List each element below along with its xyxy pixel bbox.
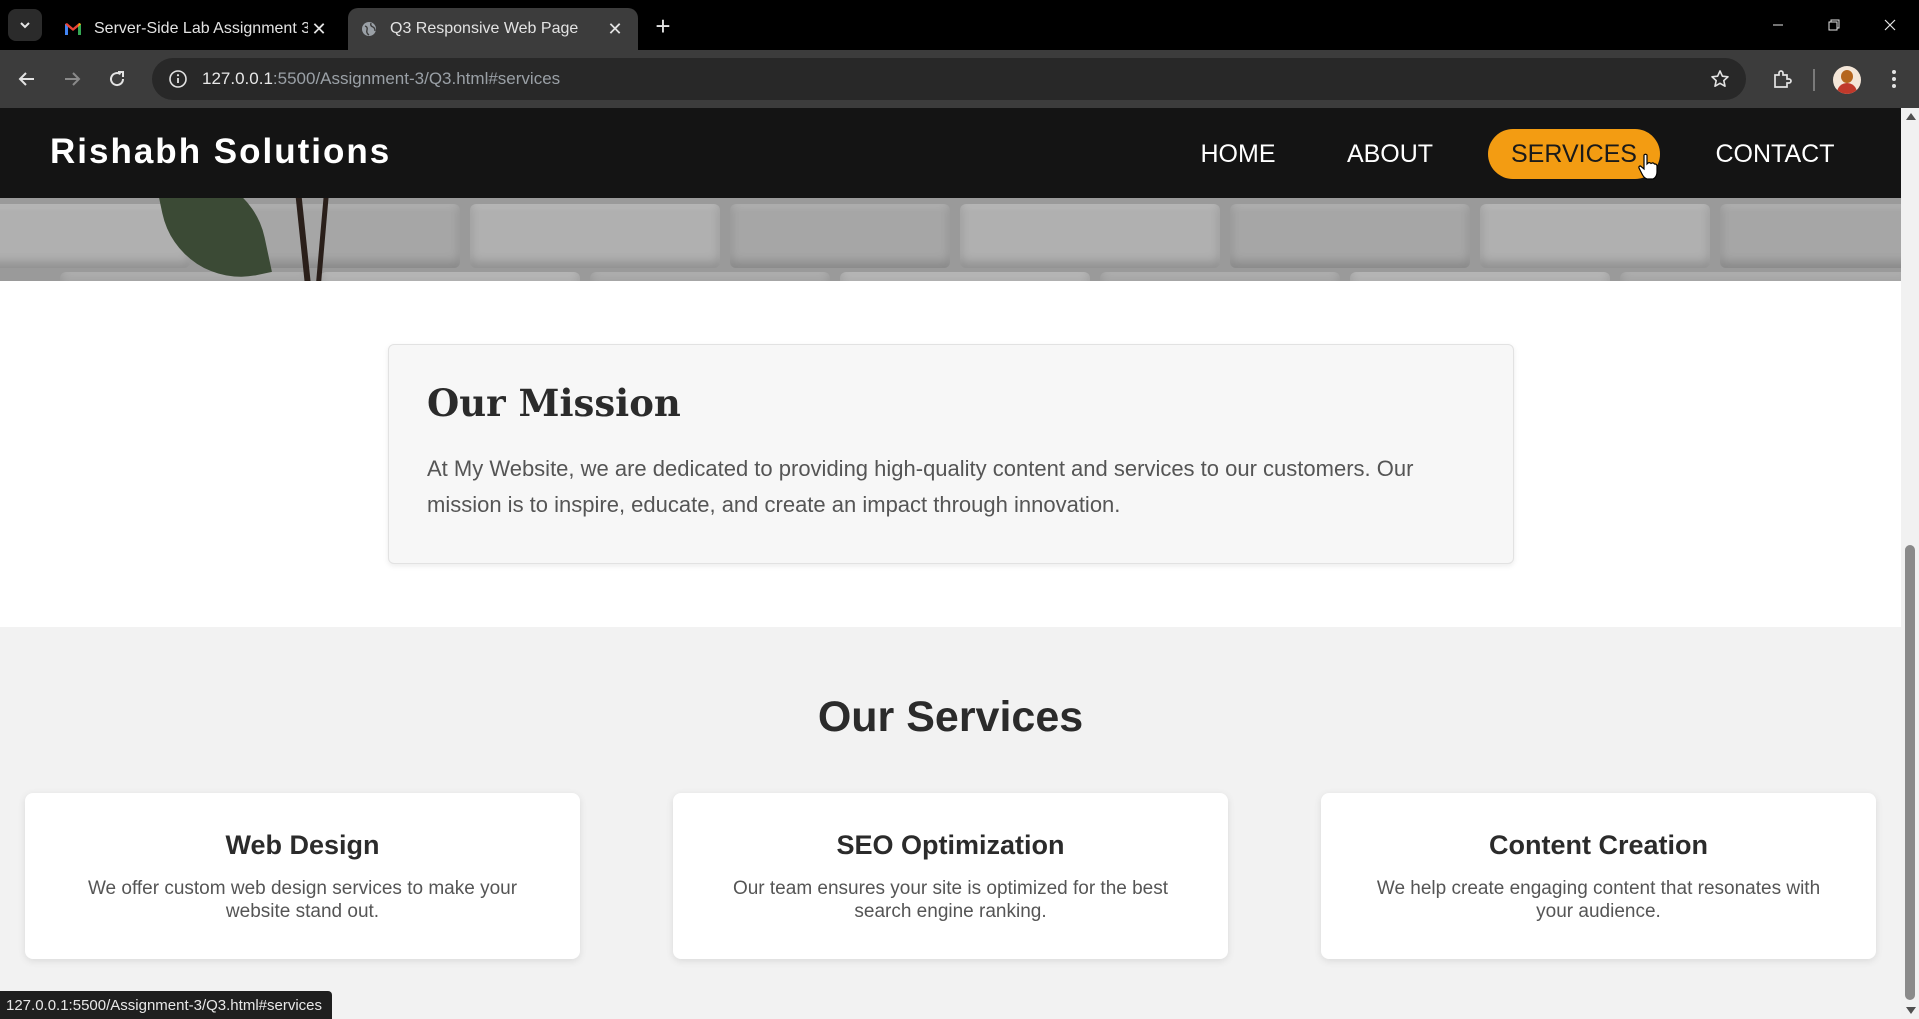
globe-icon [360,20,378,38]
scrollbar-thumb[interactable] [1905,545,1915,1000]
nav-link-services[interactable]: SERVICES [1488,129,1660,179]
brick [590,272,830,281]
service-card-content: Content Creation We help create engaging… [1321,793,1876,959]
site-info-icon[interactable] [158,58,198,100]
link-status-bubble: 127.0.0.1:5500/Assignment-3/Q3.html#serv… [0,991,333,1019]
brick [320,272,580,281]
reload-icon [110,71,125,87]
scroll-down-arrow-icon[interactable] [1906,1007,1916,1014]
tab-title: Server-Side Lab Assignment 3 - [94,20,308,37]
chevron-down-icon [20,22,30,29]
service-description: Our team ensures your site is optimized … [732,878,1169,922]
address-host: 127.0.0.1 [202,69,273,88]
browser-tab-bar: Server-Side Lab Assignment 3 - ✕ Q3 Resp… [0,0,1919,50]
bookmark-star-icon[interactable] [1708,67,1732,91]
avatar-head [1841,70,1853,83]
tab-gmail[interactable]: Server-Side Lab Assignment 3 - ✕ [52,8,342,50]
close-tab-icon[interactable]: ✕ [308,18,330,40]
new-tab-button[interactable]: + [648,11,678,41]
brick [60,272,310,281]
brick [840,272,1090,281]
nav-link-about[interactable]: ABOUT [1335,129,1445,179]
browser-menu-button[interactable] [1878,63,1910,95]
brick [1720,204,1901,268]
brick [1480,204,1710,268]
address-url: 127.0.0.1:5500/Assignment-3/Q3.html#serv… [202,69,560,89]
browser-toolbar: 127.0.0.1:5500/Assignment-3/Q3.html#serv… [0,50,1919,108]
brick [470,204,720,268]
mission-text: At My Website, we are dedicated to provi… [427,456,1414,517]
avatar-body [1837,83,1857,94]
service-title: Web Design [225,830,380,860]
page-viewport: Rishabh Solutions HOME ABOUT SERVICES CO… [0,108,1901,1019]
close-tab-icon[interactable]: ✕ [604,18,626,40]
close-window-button[interactable] [1862,0,1918,50]
service-card-web-design: Web Design We offer custom web design se… [25,793,580,959]
arrow-left-icon [18,72,34,86]
service-description: We help create engaging content that res… [1376,878,1821,922]
nav-link-home[interactable]: HOME [1183,129,1293,179]
brick [1230,204,1470,268]
extensions-button[interactable] [1766,63,1798,95]
scroll-up-arrow-icon[interactable] [1906,113,1916,120]
brick [960,204,1220,268]
profile-avatar[interactable] [1833,66,1861,94]
tab-search-button[interactable] [8,9,42,41]
tab-q3-page[interactable]: Q3 Responsive Web Page ✕ [348,8,638,50]
nav-link-contact[interactable]: CONTACT [1700,129,1850,179]
reload-button[interactable] [101,63,133,95]
address-path: :5500/Assignment-3/Q3.html#services [272,69,561,88]
puzzle-icon [1774,70,1792,88]
brick [1620,272,1901,281]
service-title: Content Creation [1489,830,1708,860]
services-heading: Our Services [817,693,1084,741]
service-description: We offer custom web design services to m… [87,878,518,922]
brick [1350,272,1610,281]
brick [730,204,950,268]
minimize-icon [1773,24,1783,26]
toolbar-divider [1813,69,1815,91]
minimize-button[interactable] [1750,0,1806,50]
service-card-seo: SEO Optimization Our team ensures your s… [673,793,1228,959]
services-section: Our Services Web Design We offer custom … [0,627,1901,1019]
back-button[interactable] [11,63,43,95]
restore-button[interactable] [1806,0,1862,50]
hand-cursor-icon [1638,153,1658,180]
tab-title: Q3 Responsive Web Page [390,20,579,37]
mission-card: Our Mission At My Website, we are dedica… [388,344,1514,564]
arrow-right-icon [65,72,81,86]
gmail-icon [64,20,82,38]
brick [1100,272,1340,281]
site-brand[interactable]: Rishabh Solutions [50,132,391,172]
page-scrollbar[interactable] [1901,108,1919,1019]
restore-icon [1828,19,1840,31]
address-bar[interactable]: 127.0.0.1:5500/Assignment-3/Q3.html#serv… [152,58,1746,100]
close-icon [1884,19,1896,31]
service-title: SEO Optimization [836,830,1065,860]
more-vertical-icon [1892,70,1896,88]
mission-title: Our Mission [427,381,681,425]
forward-button[interactable] [56,63,88,95]
site-header: Rishabh Solutions HOME ABOUT SERVICES CO… [0,108,1901,198]
